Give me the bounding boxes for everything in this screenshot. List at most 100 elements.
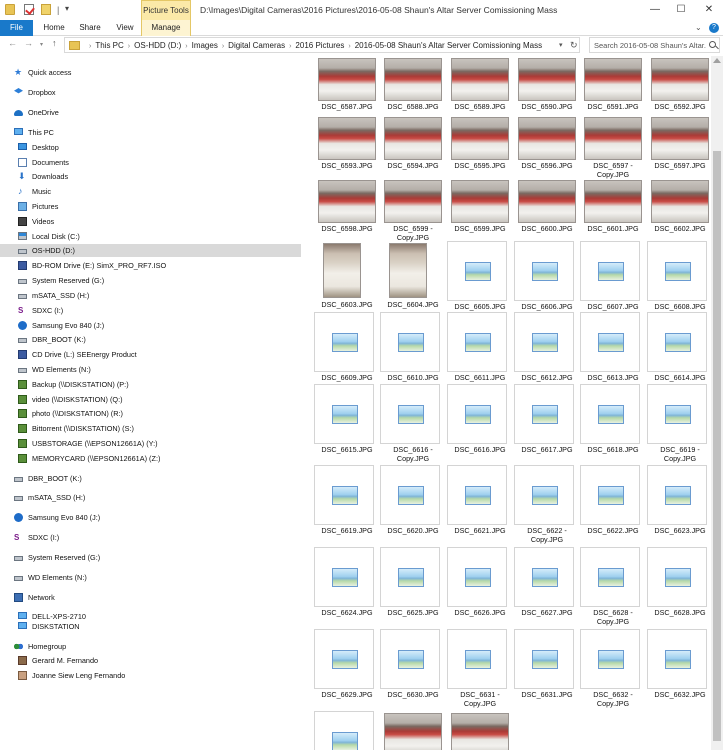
nav-item-pictures[interactable]: Pictures bbox=[0, 200, 301, 213]
file-item[interactable]: DSC_6620.JPG bbox=[380, 465, 446, 541]
up-button[interactable]: ↑ bbox=[52, 38, 57, 48]
file-item[interactable]: DSC_6631.JPG bbox=[514, 629, 580, 705]
file-item[interactable]: DSC_6615.JPG bbox=[314, 384, 380, 460]
file-item[interactable]: DSC_6618.JPG bbox=[580, 384, 646, 460]
file-item[interactable]: DSC_6619 - Copy.JPG bbox=[647, 384, 711, 463]
new-folder-icon[interactable] bbox=[41, 4, 51, 15]
file-item[interactable] bbox=[314, 711, 380, 750]
nav-item-onedrive[interactable]: OneDrive bbox=[0, 106, 301, 119]
breadcrumb-separator[interactable]: › bbox=[128, 43, 130, 50]
file-item[interactable]: DSC_6630.JPG bbox=[380, 629, 446, 705]
file-item[interactable]: DSC_6622 - Copy.JPG bbox=[514, 465, 580, 544]
folder-icon[interactable] bbox=[5, 4, 15, 15]
file-item[interactable]: DSC_6632.JPG bbox=[647, 629, 711, 705]
recent-locations-icon[interactable]: ▾ bbox=[40, 41, 43, 48]
nav-item-gerard-m-fernando[interactable]: Gerard M. Fernando bbox=[0, 654, 301, 667]
nav-item-memorycard-epson12661a-z[interactable]: MEMORYCARD (\\EPSON12661A) (Z:) bbox=[0, 452, 301, 465]
nav-item-dbr-boot-k[interactable]: DBR_BOOT (K:) bbox=[0, 472, 301, 485]
nav-item-dropbox[interactable]: Dropbox bbox=[0, 86, 301, 99]
file-item[interactable] bbox=[447, 711, 513, 750]
vertical-scrollbar[interactable] bbox=[711, 56, 723, 750]
tab-home[interactable]: Home bbox=[42, 20, 66, 36]
scroll-up-icon[interactable] bbox=[713, 58, 721, 63]
file-item[interactable]: DSC_6608.JPG bbox=[647, 241, 711, 317]
address-dropdown-icon[interactable]: ▾ bbox=[559, 41, 563, 49]
file-item[interactable]: DSC_6632 - Copy.JPG bbox=[580, 629, 646, 708]
file-item[interactable]: DSC_6628.JPG bbox=[647, 547, 711, 623]
nav-item-msata-ssd-h[interactable]: mSATA_SSD (H:) bbox=[0, 289, 301, 302]
back-button[interactable]: ← bbox=[8, 38, 17, 48]
nav-item-backup-diskstation-p[interactable]: Backup (\\DISKSTATION) (P:) bbox=[0, 378, 301, 391]
tab-file[interactable]: File bbox=[0, 20, 33, 36]
breadcrumb-separator[interactable]: › bbox=[185, 43, 187, 50]
nav-item-joanne-siew-leng-fernando[interactable]: Joanne Siew Leng Fernando bbox=[0, 669, 301, 682]
nav-item-sdxc-i[interactable]: S SDXC (I:) bbox=[0, 531, 301, 544]
nav-item-dbr-boot-k[interactable]: DBR_BOOT (K:) bbox=[0, 333, 301, 346]
file-item[interactable]: DSC_6623.JPG bbox=[647, 465, 711, 541]
nav-item-cd-drive-l-seenergy-product[interactable]: CD Drive (L:) SEEnergy Product bbox=[0, 348, 301, 361]
forward-button[interactable]: → bbox=[24, 38, 33, 48]
tab-share[interactable]: Share bbox=[79, 20, 101, 36]
file-item[interactable] bbox=[380, 711, 446, 750]
nav-item-video-diskstation-q[interactable]: video (\\DISKSTATION) (Q:) bbox=[0, 393, 301, 406]
nav-item-desktop[interactable]: Desktop bbox=[0, 141, 301, 154]
breadcrumb-this-pc[interactable]: This PC bbox=[95, 41, 123, 50]
breadcrumb-separator[interactable]: › bbox=[222, 43, 224, 50]
file-item[interactable]: DSC_6610.JPG bbox=[380, 312, 446, 388]
nav-item-network[interactable]: Network bbox=[0, 591, 301, 604]
breadcrumb-images[interactable]: Images bbox=[192, 41, 218, 50]
nav-item-diskstation[interactable]: DISKSTATION bbox=[0, 620, 301, 633]
nav-item-system-reserved-g[interactable]: System Reserved (G:) bbox=[0, 551, 301, 564]
file-item[interactable]: DSC_6605.JPG bbox=[447, 241, 513, 317]
file-item[interactable]: DSC_6624.JPG bbox=[314, 547, 380, 623]
breadcrumb-os-hdd[interactable]: OS-HDD (D:) bbox=[134, 41, 181, 50]
file-item[interactable]: DSC_6627.JPG bbox=[514, 547, 580, 623]
file-item[interactable]: DSC_6622.JPG bbox=[580, 465, 646, 541]
breadcrumb-current-folder[interactable]: 2016-05-08 Shaun's Altar Server Comissio… bbox=[355, 41, 542, 50]
nav-item-wd-elements-n[interactable]: WD Elements (N:) bbox=[0, 571, 301, 584]
file-item[interactable]: DSC_6631 - Copy.JPG bbox=[447, 629, 513, 708]
expand-ribbon-icon[interactable]: ⌄ bbox=[695, 23, 702, 32]
nav-item-downloads[interactable]: ⬇ Downloads bbox=[0, 170, 301, 183]
file-item[interactable]: DSC_6626.JPG bbox=[447, 547, 513, 623]
nav-item-wd-elements-n[interactable]: WD Elements (N:) bbox=[0, 363, 301, 376]
file-item[interactable]: DSC_6617.JPG bbox=[514, 384, 580, 460]
breadcrumb-digital-cameras[interactable]: Digital Cameras bbox=[228, 41, 285, 50]
search-input[interactable]: Search 2016-05-08 Shaun's Altar... bbox=[589, 37, 720, 53]
file-item[interactable]: DSC_6625.JPG bbox=[380, 547, 446, 623]
address-bar[interactable]: › This PC › OS-HDD (D:) › Images › Digital Came… bbox=[64, 37, 580, 53]
nav-item-msata-ssd-h[interactable]: mSATA_SSD (H:) bbox=[0, 491, 301, 504]
quick-access-dropdown-icon[interactable]: ▾ bbox=[65, 4, 69, 13]
nav-item-photo-diskstation-r[interactable]: photo (\\DISKSTATION) (R:) bbox=[0, 407, 301, 420]
file-item[interactable]: DSC_6613.JPG bbox=[580, 312, 646, 388]
refresh-icon[interactable]: ↻ bbox=[570, 40, 578, 51]
nav-item-bd-rom-drive-e-simx-pro-rf7-iso[interactable]: BD-ROM Drive (E:) SimX_PRO_RF7.ISO bbox=[0, 259, 301, 272]
file-item[interactable]: DSC_6606.JPG bbox=[514, 241, 580, 317]
nav-item-system-reserved-g[interactable]: System Reserved (G:) bbox=[0, 274, 301, 287]
file-item[interactable]: DSC_6609.JPG bbox=[314, 312, 380, 388]
file-item[interactable]: DSC_6612.JPG bbox=[514, 312, 580, 388]
help-icon[interactable]: ? bbox=[709, 23, 719, 33]
nav-item-music[interactable]: ♪ Music bbox=[0, 185, 301, 198]
file-item[interactable]: DSC_6628 - Copy.JPG bbox=[580, 547, 646, 626]
nav-item-sdxc-i[interactable]: S SDXC (I:) bbox=[0, 304, 301, 317]
breadcrumb-2016-pictures[interactable]: 2016 Pictures bbox=[295, 41, 344, 50]
nav-item-samsung-evo-840-j[interactable]: Samsung Evo 840 (J:) bbox=[0, 511, 301, 524]
close-button[interactable]: ✕ bbox=[694, 0, 723, 20]
nav-item-usbstorage-epson12661a-y[interactable]: USBSTORAGE (\\EPSON12661A) (Y:) bbox=[0, 437, 301, 450]
breadcrumb-separator[interactable]: › bbox=[289, 43, 291, 50]
file-item[interactable]: DSC_6621.JPG bbox=[447, 465, 513, 541]
scrollbar-thumb[interactable] bbox=[713, 151, 721, 741]
tab-view[interactable]: View bbox=[116, 20, 134, 36]
file-item[interactable]: DSC_6603.JPG bbox=[314, 241, 380, 317]
maximize-button[interactable]: ☐ bbox=[666, 0, 696, 20]
nav-item-this-pc[interactable]: This PC bbox=[0, 126, 301, 139]
file-item[interactable]: DSC_6616.JPG bbox=[447, 384, 513, 460]
nav-item-os-hdd-d[interactable]: OS-HDD (D:) bbox=[0, 244, 301, 257]
tab-manage[interactable]: Manage bbox=[141, 20, 191, 36]
file-item[interactable]: DSC_6611.JPG bbox=[447, 312, 513, 388]
nav-item-homegroup[interactable]: Homegroup bbox=[0, 640, 301, 653]
nav-item-videos[interactable]: Videos bbox=[0, 215, 301, 228]
file-item[interactable]: DSC_6604.JPG bbox=[380, 241, 446, 317]
file-item[interactable]: DSC_6616 - Copy.JPG bbox=[380, 384, 446, 463]
